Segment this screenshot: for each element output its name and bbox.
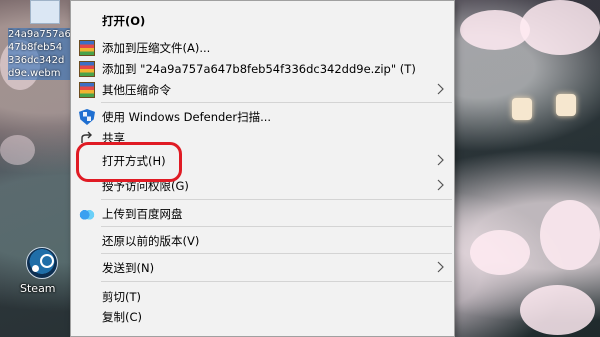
archive-icon <box>79 82 95 98</box>
menu-item-label: 添加到 "24a9a757a647b8feb54f336dc342dd9e.zi… <box>102 62 416 76</box>
menu-separator <box>101 226 452 227</box>
file-name-line: 24a9a757a6 <box>8 29 70 40</box>
menu-item-other-compress[interactable]: 其他压缩命令 <box>71 78 454 102</box>
menu-separator <box>101 199 452 200</box>
steam-label: Steam <box>20 282 56 295</box>
file-name-line: d9e.webm <box>8 68 61 79</box>
chevron-right-icon <box>437 261 444 273</box>
chevron-right-icon <box>437 83 444 95</box>
menu-item-label: 发送到(N) <box>102 261 155 275</box>
archive-icon <box>79 61 95 77</box>
menu-item-upload-baidu[interactable]: 上传到百度网盘 <box>71 202 454 226</box>
menu-item-send-to[interactable]: 发送到(N) <box>71 256 454 280</box>
file-icon <box>30 0 60 24</box>
highlight-circle <box>76 142 182 182</box>
menu-item-label: 使用 Windows Defender扫描... <box>102 110 272 124</box>
menu-item-copy[interactable]: 复制(C) <box>71 305 454 329</box>
file-name: 24a9a757a6 47b8feb54 336dc342d d9e.webm <box>8 28 70 80</box>
menu-item-label: 打开(O) <box>102 14 146 28</box>
steam-icon <box>26 247 58 279</box>
menu-separator <box>101 102 452 103</box>
menu-item-restore-versions[interactable]: 还原以前的版本(V) <box>71 229 454 253</box>
archive-icon <box>79 40 95 56</box>
cloud-icon <box>79 206 95 222</box>
menu-item-label: 还原以前的版本(V) <box>102 234 200 248</box>
menu-item-label: 上传到百度网盘 <box>102 207 183 221</box>
menu-item-label: 其他压缩命令 <box>102 83 171 97</box>
menu-item-open[interactable]: 打开(O) <box>71 9 454 33</box>
shield-icon <box>79 109 95 125</box>
menu-item-label: 剪切(T) <box>102 290 141 304</box>
chevron-right-icon <box>437 154 444 166</box>
menu-item-label: 复制(C) <box>102 310 143 324</box>
menu-separator <box>101 281 452 282</box>
chevron-right-icon <box>437 179 444 191</box>
file-name-line: 47b8feb54 <box>8 42 63 53</box>
menu-item-label: 添加到压缩文件(A)... <box>102 41 211 55</box>
menu-separator <box>101 253 452 254</box>
file-name-line: 336dc342d <box>8 55 65 66</box>
